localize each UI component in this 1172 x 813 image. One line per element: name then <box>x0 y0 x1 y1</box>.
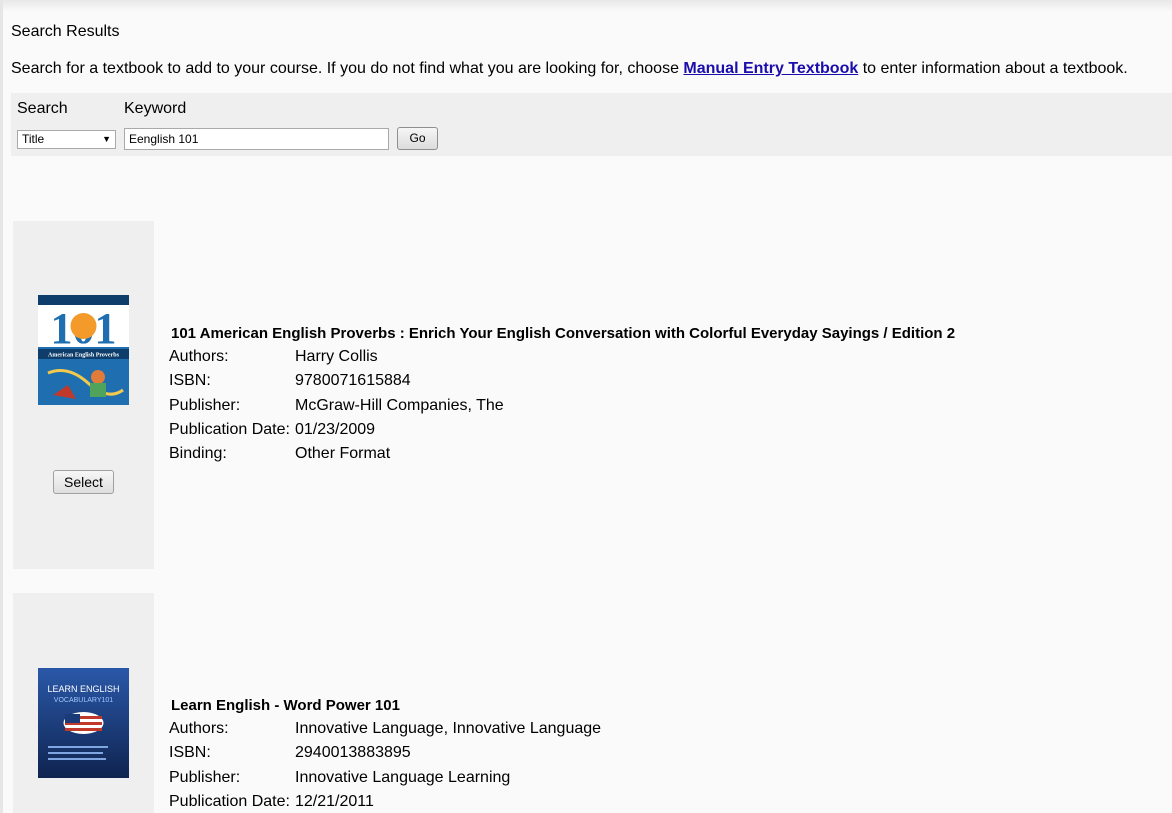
page-title: Search Results <box>11 23 120 40</box>
authors-value: Innovative Language, Innovative Language <box>295 720 602 737</box>
publisher-label: Publisher: <box>169 769 241 786</box>
publisher-value: Innovative Language Learning <box>295 769 511 786</box>
cover-line2: VOCABULARY101 <box>54 697 114 704</box>
isbn-label: ISBN: <box>169 744 211 761</box>
book-cover-image: 101 American English Proverbs <box>38 295 129 405</box>
intro-text: Search for a textbook to add to your cou… <box>11 60 1128 78</box>
isbn-label: ISBN: <box>169 372 211 389</box>
keyword-label: Keyword <box>124 100 187 117</box>
thumbnail-column: 101 American English Proverbs Select <box>13 221 154 569</box>
binding-label: Binding: <box>169 445 227 462</box>
publication-date-value: 01/23/2009 <box>295 421 376 438</box>
book-title: 101 American English Proverbs : Enrich Y… <box>171 325 956 342</box>
select-button[interactable]: Select <box>53 470 114 494</box>
publication-date-value: 12/21/2011 <box>295 793 374 810</box>
publisher-value: McGraw-Hill Companies, The <box>295 397 504 414</box>
publisher-label: Publisher: <box>169 397 241 414</box>
intro-before: Search for a textbook to add to your cou… <box>11 60 684 77</box>
authors-label: Authors: <box>169 720 229 737</box>
publication-date-label: Publication Date: <box>169 793 290 810</box>
search-field-select[interactable]: Title ▼ <box>17 130 116 149</box>
result-item: 101 American English Proverbs Select 101… <box>0 221 1172 571</box>
dropdown-arrow-icon: ▼ <box>102 134 111 144</box>
manual-entry-link[interactable]: Manual Entry Textbook <box>683 60 858 77</box>
top-shadow <box>0 0 1172 12</box>
thumbnail-column: LEARN ENGLISH VOCABULARY101 <box>13 593 154 813</box>
book-cover-image: LEARN ENGLISH VOCABULARY101 <box>38 668 129 778</box>
cover-subtitle: American English Proverbs <box>48 353 120 359</box>
intro-after: to enter information about a textbook. <box>858 60 1128 77</box>
search-field-value: Title <box>22 132 45 146</box>
result-item: LEARN ENGLISH VOCABULARY101 Learn Englis… <box>0 593 1172 813</box>
cover-line1: LEARN ENGLISH <box>47 684 119 694</box>
keyword-input[interactable]: Eenglish 101 <box>124 128 389 150</box>
binding-value: Other Format <box>295 445 391 462</box>
go-button[interactable]: Go <box>397 127 438 150</box>
publication-date-label: Publication Date: <box>169 421 290 438</box>
page: Search Results Search for a textbook to … <box>0 0 1172 813</box>
authors-value: Harry Collis <box>295 348 378 365</box>
book-title: Learn English - Word Power 101 <box>171 697 400 714</box>
authors-label: Authors: <box>169 348 229 365</box>
isbn-value: 9780071615884 <box>295 372 411 389</box>
search-label: Search <box>17 100 68 117</box>
search-bar: Search Keyword Title ▼ Eenglish 101 Go <box>11 93 1172 156</box>
isbn-value: 2940013883895 <box>295 744 411 761</box>
